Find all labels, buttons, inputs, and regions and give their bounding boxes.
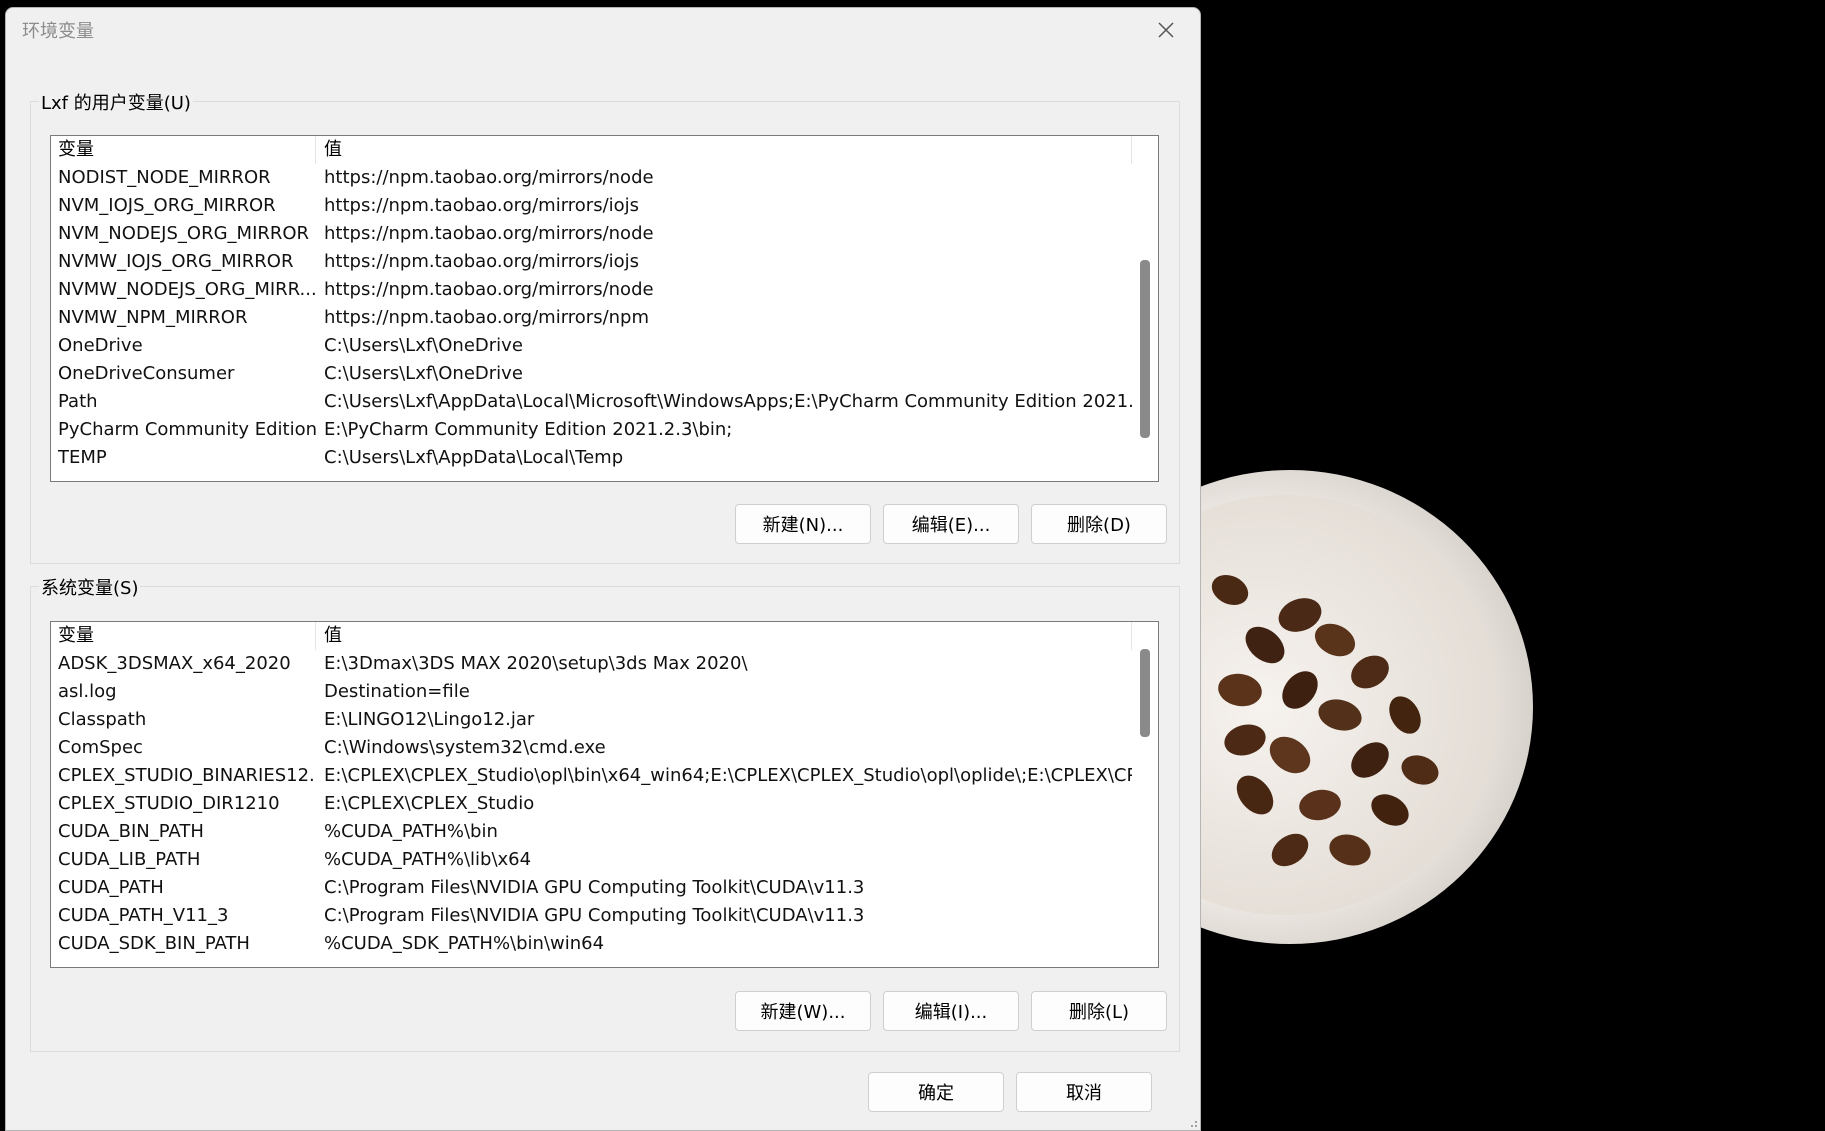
variable-name-cell: CPLEX_STUDIO_BINARIES12... bbox=[58, 765, 316, 786]
list-header: 变量 值 bbox=[51, 622, 1132, 650]
variable-value-cell: C:\Users\Lxf\OneDrive bbox=[324, 335, 523, 356]
system-new-button[interactable]: 新建(W)... bbox=[735, 991, 871, 1031]
user-new-button[interactable]: 新建(N)... bbox=[735, 504, 871, 544]
table-row[interactable]: CPLEX_STUDIO_BINARIES12... E:\CPLEX\CPLEX… bbox=[51, 762, 1132, 790]
variable-name-cell: NODIST_NODE_MIRROR bbox=[58, 167, 271, 188]
variable-value-cell: %CUDA_PATH%\lib\x64 bbox=[324, 849, 532, 870]
variable-value-cell: E:\3Dmax\3DS MAX 2020\setup\3ds Max 2020… bbox=[324, 653, 748, 674]
variable-name-cell: NVMW_NODEJS_ORG_MIRR... bbox=[58, 279, 316, 300]
user-variables-legend: Lxf 的用户变量(U) bbox=[39, 89, 193, 115]
variable-name-cell: TEMP bbox=[58, 447, 107, 468]
variable-name-cell: CUDA_SDK_BIN_PATH bbox=[58, 933, 250, 954]
table-row[interactable]: Classpath E:\LINGO12\Lingo12.jar bbox=[51, 706, 1132, 734]
variable-value-cell: E:\LINGO12\Lingo12.jar bbox=[324, 709, 535, 730]
column-header-value[interactable]: 值 bbox=[316, 622, 1132, 650]
variable-name-cell: Classpath bbox=[58, 709, 147, 730]
system-variables-legend: 系统变量(S) bbox=[39, 574, 141, 600]
variable-name-cell: asl.log bbox=[58, 681, 117, 702]
variable-name-cell: Path bbox=[58, 391, 98, 412]
table-row[interactable]: CUDA_BIN_PATH %CUDA_PATH%\bin bbox=[51, 818, 1132, 846]
system-variables-list[interactable]: 变量 值 ADSK_3DSMAX_x64_2020 E:\3Dmax\3DS MA… bbox=[50, 621, 1159, 968]
scrollbar-thumb[interactable] bbox=[1140, 649, 1150, 737]
scrollbar-thumb[interactable] bbox=[1140, 260, 1150, 438]
variable-value-cell: https://npm.taobao.org/mirrors/iojs bbox=[324, 195, 640, 216]
window-title: 环境变量 bbox=[22, 21, 94, 42]
table-row[interactable]: CUDA_PATH_V11_3 C:\Program Files\NVIDIA G… bbox=[51, 902, 1132, 930]
variable-value-cell: E:\CPLEX\CPLEX_Studio bbox=[324, 793, 535, 814]
variable-value-cell: https://npm.taobao.org/mirrors/node bbox=[324, 223, 654, 244]
table-row[interactable]: CUDA_PATH C:\Program Files\NVIDIA GPU Com… bbox=[51, 874, 1132, 902]
table-row[interactable]: asl.log Destination=file bbox=[51, 678, 1132, 706]
environment-variables-dialog: 环境变量 Lxf 的用户变量(U) 变量 值 NODIST_NODE_MIRRO… bbox=[5, 7, 1201, 1131]
table-row[interactable]: NVMW_IOJS_ORG_MIRROR https://npm.taobao.o… bbox=[51, 248, 1132, 276]
variable-value-cell: C:\Program Files\NVIDIA GPU Computing To… bbox=[324, 905, 865, 926]
table-row[interactable]: PyCharm Community Edition E:\PyCharm Comm… bbox=[51, 416, 1132, 444]
variable-name-cell: CPLEX_STUDIO_DIR1210 bbox=[58, 793, 280, 814]
table-row[interactable]: OneDriveConsumer C:\Users\Lxf\OneDrive bbox=[51, 360, 1132, 388]
variable-name-cell: NVM_IOJS_ORG_MIRROR bbox=[58, 195, 276, 216]
table-row[interactable]: TEMP C:\Users\Lxf\AppData\Local\Temp bbox=[51, 444, 1132, 472]
variable-value-cell: https://npm.taobao.org/mirrors/iojs bbox=[324, 251, 640, 272]
variable-name-cell: NVMW_IOJS_ORG_MIRROR bbox=[58, 251, 294, 272]
variable-value-cell: Destination=file bbox=[324, 681, 470, 702]
variable-value-cell: E:\CPLEX\CPLEX_Studio\opl\bin\x64_win64;… bbox=[324, 765, 1132, 786]
system-variables-rows: ADSK_3DSMAX_x64_2020 E:\3Dmax\3DS MAX 202… bbox=[51, 650, 1132, 958]
user-variables-rows: NODIST_NODE_MIRROR https://npm.taobao.org… bbox=[51, 164, 1132, 472]
close-icon bbox=[1158, 22, 1174, 38]
variable-name-cell: NVMW_NPM_MIRROR bbox=[58, 307, 248, 328]
table-row[interactable]: CUDA_SDK_BIN_PATH %CUDA_SDK_PATH%\bin\win… bbox=[51, 930, 1132, 958]
table-row[interactable]: ADSK_3DSMAX_x64_2020 E:\3Dmax\3DS MAX 202… bbox=[51, 650, 1132, 678]
table-row[interactable]: ComSpec C:\Windows\system32\cmd.exe bbox=[51, 734, 1132, 762]
user-variables-list[interactable]: 变量 值 NODIST_NODE_MIRROR https://npm.taoba… bbox=[50, 135, 1159, 482]
variable-value-cell: C:\Users\Lxf\AppData\Local\Temp bbox=[324, 447, 624, 468]
table-row[interactable]: NVM_IOJS_ORG_MIRROR https://npm.taobao.or… bbox=[51, 192, 1132, 220]
column-header-value[interactable]: 值 bbox=[316, 136, 1132, 164]
table-row[interactable]: NVMW_NODEJS_ORG_MIRR... https://npm.taoba… bbox=[51, 276, 1132, 304]
variable-name-cell: CUDA_BIN_PATH bbox=[58, 821, 204, 842]
variable-value-cell: C:\Windows\system32\cmd.exe bbox=[324, 737, 606, 758]
user-edit-button[interactable]: 编辑(E)... bbox=[883, 504, 1019, 544]
variable-name-cell: ADSK_3DSMAX_x64_2020 bbox=[58, 653, 291, 674]
table-row[interactable]: CUDA_LIB_PATH %CUDA_PATH%\lib\x64 bbox=[51, 846, 1132, 874]
variable-value-cell: E:\PyCharm Community Edition 2021.2.3\bi… bbox=[324, 419, 733, 440]
variable-value-cell: https://npm.taobao.org/mirrors/npm bbox=[324, 307, 650, 328]
variable-value-cell: https://npm.taobao.org/mirrors/node bbox=[324, 279, 654, 300]
user-variables-group: Lxf 的用户变量(U) 变量 值 NODIST_NODE_MIRRORhttp… bbox=[30, 89, 1180, 564]
variable-value-cell: %CUDA_PATH%\bin bbox=[324, 821, 498, 842]
variable-name-cell: CUDA_LIB_PATH bbox=[58, 849, 201, 870]
ok-button[interactable]: 确定 bbox=[868, 1072, 1004, 1112]
table-row[interactable]: NODIST_NODE_MIRROR https://npm.taobao.org… bbox=[51, 164, 1132, 192]
column-header-variable[interactable]: 变量 bbox=[51, 136, 316, 164]
table-row[interactable]: OneDrive C:\Users\Lxf\OneDrive bbox=[51, 332, 1132, 360]
variable-name-cell: NVM_NODEJS_ORG_MIRROR bbox=[58, 223, 310, 244]
table-row[interactable]: NVM_NODEJS_ORG_MIRROR https://npm.taobao.… bbox=[51, 220, 1132, 248]
column-header-variable[interactable]: 变量 bbox=[51, 622, 316, 650]
title-bar[interactable]: 环境变量 bbox=[6, 8, 1200, 52]
user-delete-button[interactable]: 删除(D) bbox=[1031, 504, 1167, 544]
system-delete-button[interactable]: 删除(L) bbox=[1031, 991, 1167, 1031]
variable-name-cell: PyCharm Community Edition bbox=[58, 419, 316, 440]
variable-name-cell: ComSpec bbox=[58, 737, 143, 758]
variable-value-cell: %CUDA_SDK_PATH%\bin\win64 bbox=[324, 933, 605, 954]
resize-grip-icon[interactable] bbox=[1186, 1116, 1198, 1128]
system-variables-group: 系统变量(S) 变量 值 ADSK_3DSMAX_x64_2020 E:\3Dma… bbox=[30, 574, 1180, 1052]
variable-name-cell: CUDA_PATH bbox=[58, 877, 164, 898]
system-edit-button[interactable]: 编辑(I)... bbox=[883, 991, 1019, 1031]
table-row[interactable]: CPLEX_STUDIO_DIR1210 E:\CPLEX\CPLEX_Studi… bbox=[51, 790, 1132, 818]
variable-value-cell: C:\Program Files\NVIDIA GPU Computing To… bbox=[324, 877, 865, 898]
close-button[interactable] bbox=[1146, 10, 1186, 50]
list-header: 变量 值 bbox=[51, 136, 1132, 164]
variable-value-cell: C:\Users\Lxf\OneDrive bbox=[324, 363, 523, 384]
table-row[interactable]: Path C:\Users\Lxf\AppData\Local\Microsoft… bbox=[51, 388, 1132, 416]
table-row[interactable]: NVMW_NPM_MIRROR https://npm.taobao.org/mi… bbox=[51, 304, 1132, 332]
variable-name-cell: OneDriveConsumer bbox=[58, 363, 235, 384]
cancel-button[interactable]: 取消 bbox=[1016, 1072, 1152, 1112]
variable-value-cell: https://npm.taobao.org/mirrors/node bbox=[324, 167, 654, 188]
variable-name-cell: OneDrive bbox=[58, 335, 143, 356]
variable-value-cell: C:\Users\Lxf\AppData\Local\Microsoft\Win… bbox=[324, 391, 1132, 412]
variable-name-cell: CUDA_PATH_V11_3 bbox=[58, 905, 229, 926]
